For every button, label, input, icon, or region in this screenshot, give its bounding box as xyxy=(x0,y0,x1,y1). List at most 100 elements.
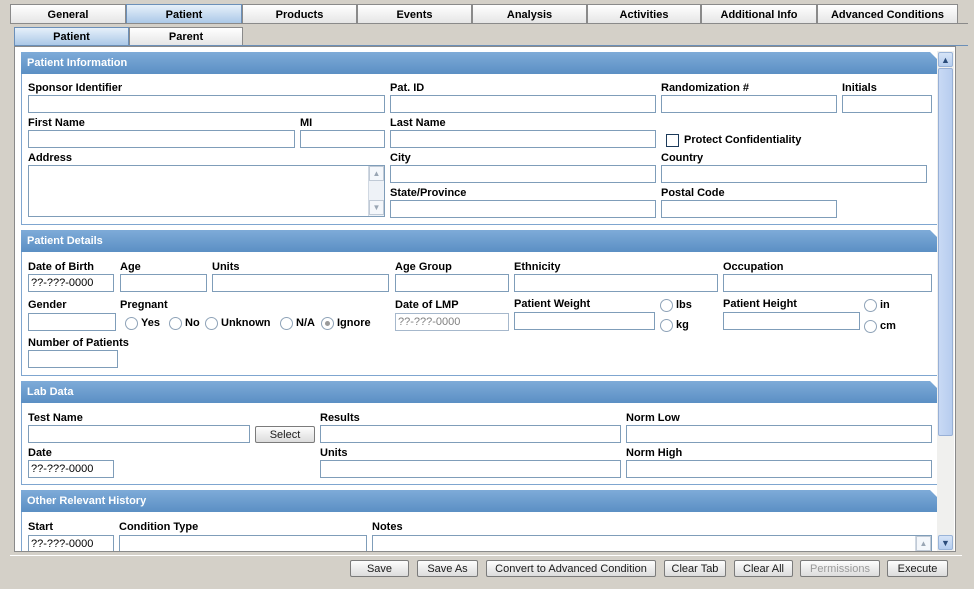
tab-events[interactable]: Events xyxy=(357,4,472,24)
age-group-select[interactable] xyxy=(395,274,509,292)
results-input[interactable] xyxy=(320,425,621,443)
country-input[interactable] xyxy=(661,165,927,183)
pregnant-no-label: No xyxy=(185,317,200,329)
notes-scrollbar[interactable]: ▲ xyxy=(915,536,931,551)
mi-input[interactable] xyxy=(300,130,385,148)
tab-patient[interactable]: Patient xyxy=(126,4,242,24)
weight-kg-radio[interactable] xyxy=(660,319,673,332)
tab-activities[interactable]: Activities xyxy=(587,4,701,24)
pregnant-ignore-radio[interactable] xyxy=(321,317,334,330)
results-label: Results xyxy=(320,412,360,424)
start-input[interactable] xyxy=(28,535,114,551)
first-name-input[interactable] xyxy=(28,130,295,148)
age-input[interactable] xyxy=(120,274,207,292)
pat-id-label: Pat. ID xyxy=(390,82,425,94)
other-relevant-history-section: Other Relevant History Start Condition T… xyxy=(21,490,940,551)
tab-products[interactable]: Products xyxy=(242,4,357,24)
postal-code-label: Postal Code xyxy=(661,187,725,199)
lab-units-input[interactable] xyxy=(320,460,621,478)
patient-information-section: Patient Information Sponsor Identifier P… xyxy=(21,52,940,225)
address-scrollbar[interactable]: ▲ ▼ xyxy=(368,166,384,216)
height-cm-radio[interactable] xyxy=(864,320,877,333)
execute-button[interactable]: Execute xyxy=(887,560,948,577)
ethnicity-select[interactable] xyxy=(514,274,718,292)
condition-type-input[interactable] xyxy=(119,535,367,551)
gender-select[interactable] xyxy=(28,313,116,331)
pregnant-na-radio[interactable] xyxy=(280,317,293,330)
scroll-up-icon[interactable]: ▲ xyxy=(938,52,953,67)
section-header: Lab Data xyxy=(21,381,940,403)
pregnant-label: Pregnant xyxy=(120,299,168,311)
mi-label: MI xyxy=(300,117,313,129)
notes-textarea[interactable]: ▲ xyxy=(372,535,932,551)
postal-code-input[interactable] xyxy=(661,200,837,218)
subtab-parent[interactable]: Parent xyxy=(129,27,243,46)
initials-label: Initials xyxy=(842,82,877,94)
city-input[interactable] xyxy=(390,165,656,183)
address-textarea[interactable]: ▲ ▼ xyxy=(28,165,385,217)
norm-high-label: Norm High xyxy=(626,447,683,459)
norm-high-input[interactable] xyxy=(626,460,932,478)
tab-additional-info[interactable]: Additional Info xyxy=(701,4,817,24)
test-name-input[interactable] xyxy=(28,425,250,443)
occupation-select[interactable] xyxy=(723,274,932,292)
permissions-button[interactable]: Permissions xyxy=(800,560,880,577)
scroll-down-icon[interactable]: ▼ xyxy=(369,200,384,215)
height-in-radio[interactable] xyxy=(864,299,877,312)
scroll-up-icon[interactable]: ▲ xyxy=(369,166,384,181)
state-province-label: State/Province xyxy=(390,187,467,199)
last-name-input[interactable] xyxy=(390,130,656,148)
tab-divider xyxy=(10,23,968,24)
scroll-down-icon[interactable]: ▼ xyxy=(938,535,953,550)
pregnant-no-radio[interactable] xyxy=(169,317,182,330)
first-name-label: First Name xyxy=(28,117,85,129)
initials-input[interactable] xyxy=(842,95,932,113)
pregnant-unknown-radio[interactable] xyxy=(205,317,218,330)
lab-date-label: Date xyxy=(28,447,52,459)
age-label: Age xyxy=(120,261,141,273)
number-of-patients-input[interactable] xyxy=(28,350,118,368)
pat-id-input[interactable] xyxy=(390,95,656,113)
sponsor-identifier-input[interactable] xyxy=(28,95,385,113)
number-of-patients-label: Number of Patients xyxy=(28,337,129,349)
pregnant-unknown-label: Unknown xyxy=(221,317,271,329)
protect-confidentiality-checkbox[interactable] xyxy=(666,134,679,147)
units-select[interactable] xyxy=(212,274,389,292)
protect-confidentiality-label: Protect Confidentiality xyxy=(684,134,802,146)
notes-label: Notes xyxy=(372,521,403,533)
address-label: Address xyxy=(28,152,73,164)
pregnant-yes-radio[interactable] xyxy=(125,317,138,330)
date-of-birth-input[interactable] xyxy=(28,274,114,292)
patient-weight-input[interactable] xyxy=(514,312,655,330)
lab-date-input[interactable] xyxy=(28,460,114,478)
clear-tab-button[interactable]: Clear Tab xyxy=(664,560,726,577)
tab-advanced-conditions[interactable]: Advanced Conditions xyxy=(817,4,958,24)
save-button[interactable]: Save xyxy=(350,560,409,577)
scroll-thumb[interactable] xyxy=(938,68,953,436)
weight-lbs-label: lbs xyxy=(676,299,692,311)
date-of-lmp-input[interactable] xyxy=(395,313,509,331)
lab-data-section: Lab Data Test Name Select Results Norm L… xyxy=(21,381,940,485)
clear-all-button[interactable]: Clear All xyxy=(734,560,793,577)
select-button[interactable]: Select xyxy=(255,426,315,443)
randomization-input[interactable] xyxy=(661,95,837,113)
pregnant-na-label: N/A xyxy=(296,317,315,329)
city-label: City xyxy=(390,152,411,164)
date-of-birth-label: Date of Birth xyxy=(28,261,94,273)
save-as-button[interactable]: Save As xyxy=(417,560,478,577)
norm-low-input[interactable] xyxy=(626,425,932,443)
state-province-input[interactable] xyxy=(390,200,656,218)
subtab-patient[interactable]: Patient xyxy=(14,27,129,46)
convert-to-advanced-condition-button[interactable]: Convert to Advanced Condition xyxy=(486,560,656,577)
ethnicity-label: Ethnicity xyxy=(514,261,561,273)
weight-lbs-radio[interactable] xyxy=(660,299,673,312)
tab-general[interactable]: General xyxy=(10,4,126,24)
date-of-lmp-label: Date of LMP xyxy=(395,299,459,311)
pregnant-yes-label: Yes xyxy=(141,317,160,329)
gender-label: Gender xyxy=(28,299,67,311)
scroll-up-icon[interactable]: ▲ xyxy=(916,536,931,551)
patient-height-input[interactable] xyxy=(723,312,860,330)
tab-analysis[interactable]: Analysis xyxy=(472,4,587,24)
main-scrollbar[interactable]: ▲ ▼ xyxy=(937,51,954,551)
units-label: Units xyxy=(212,261,240,273)
